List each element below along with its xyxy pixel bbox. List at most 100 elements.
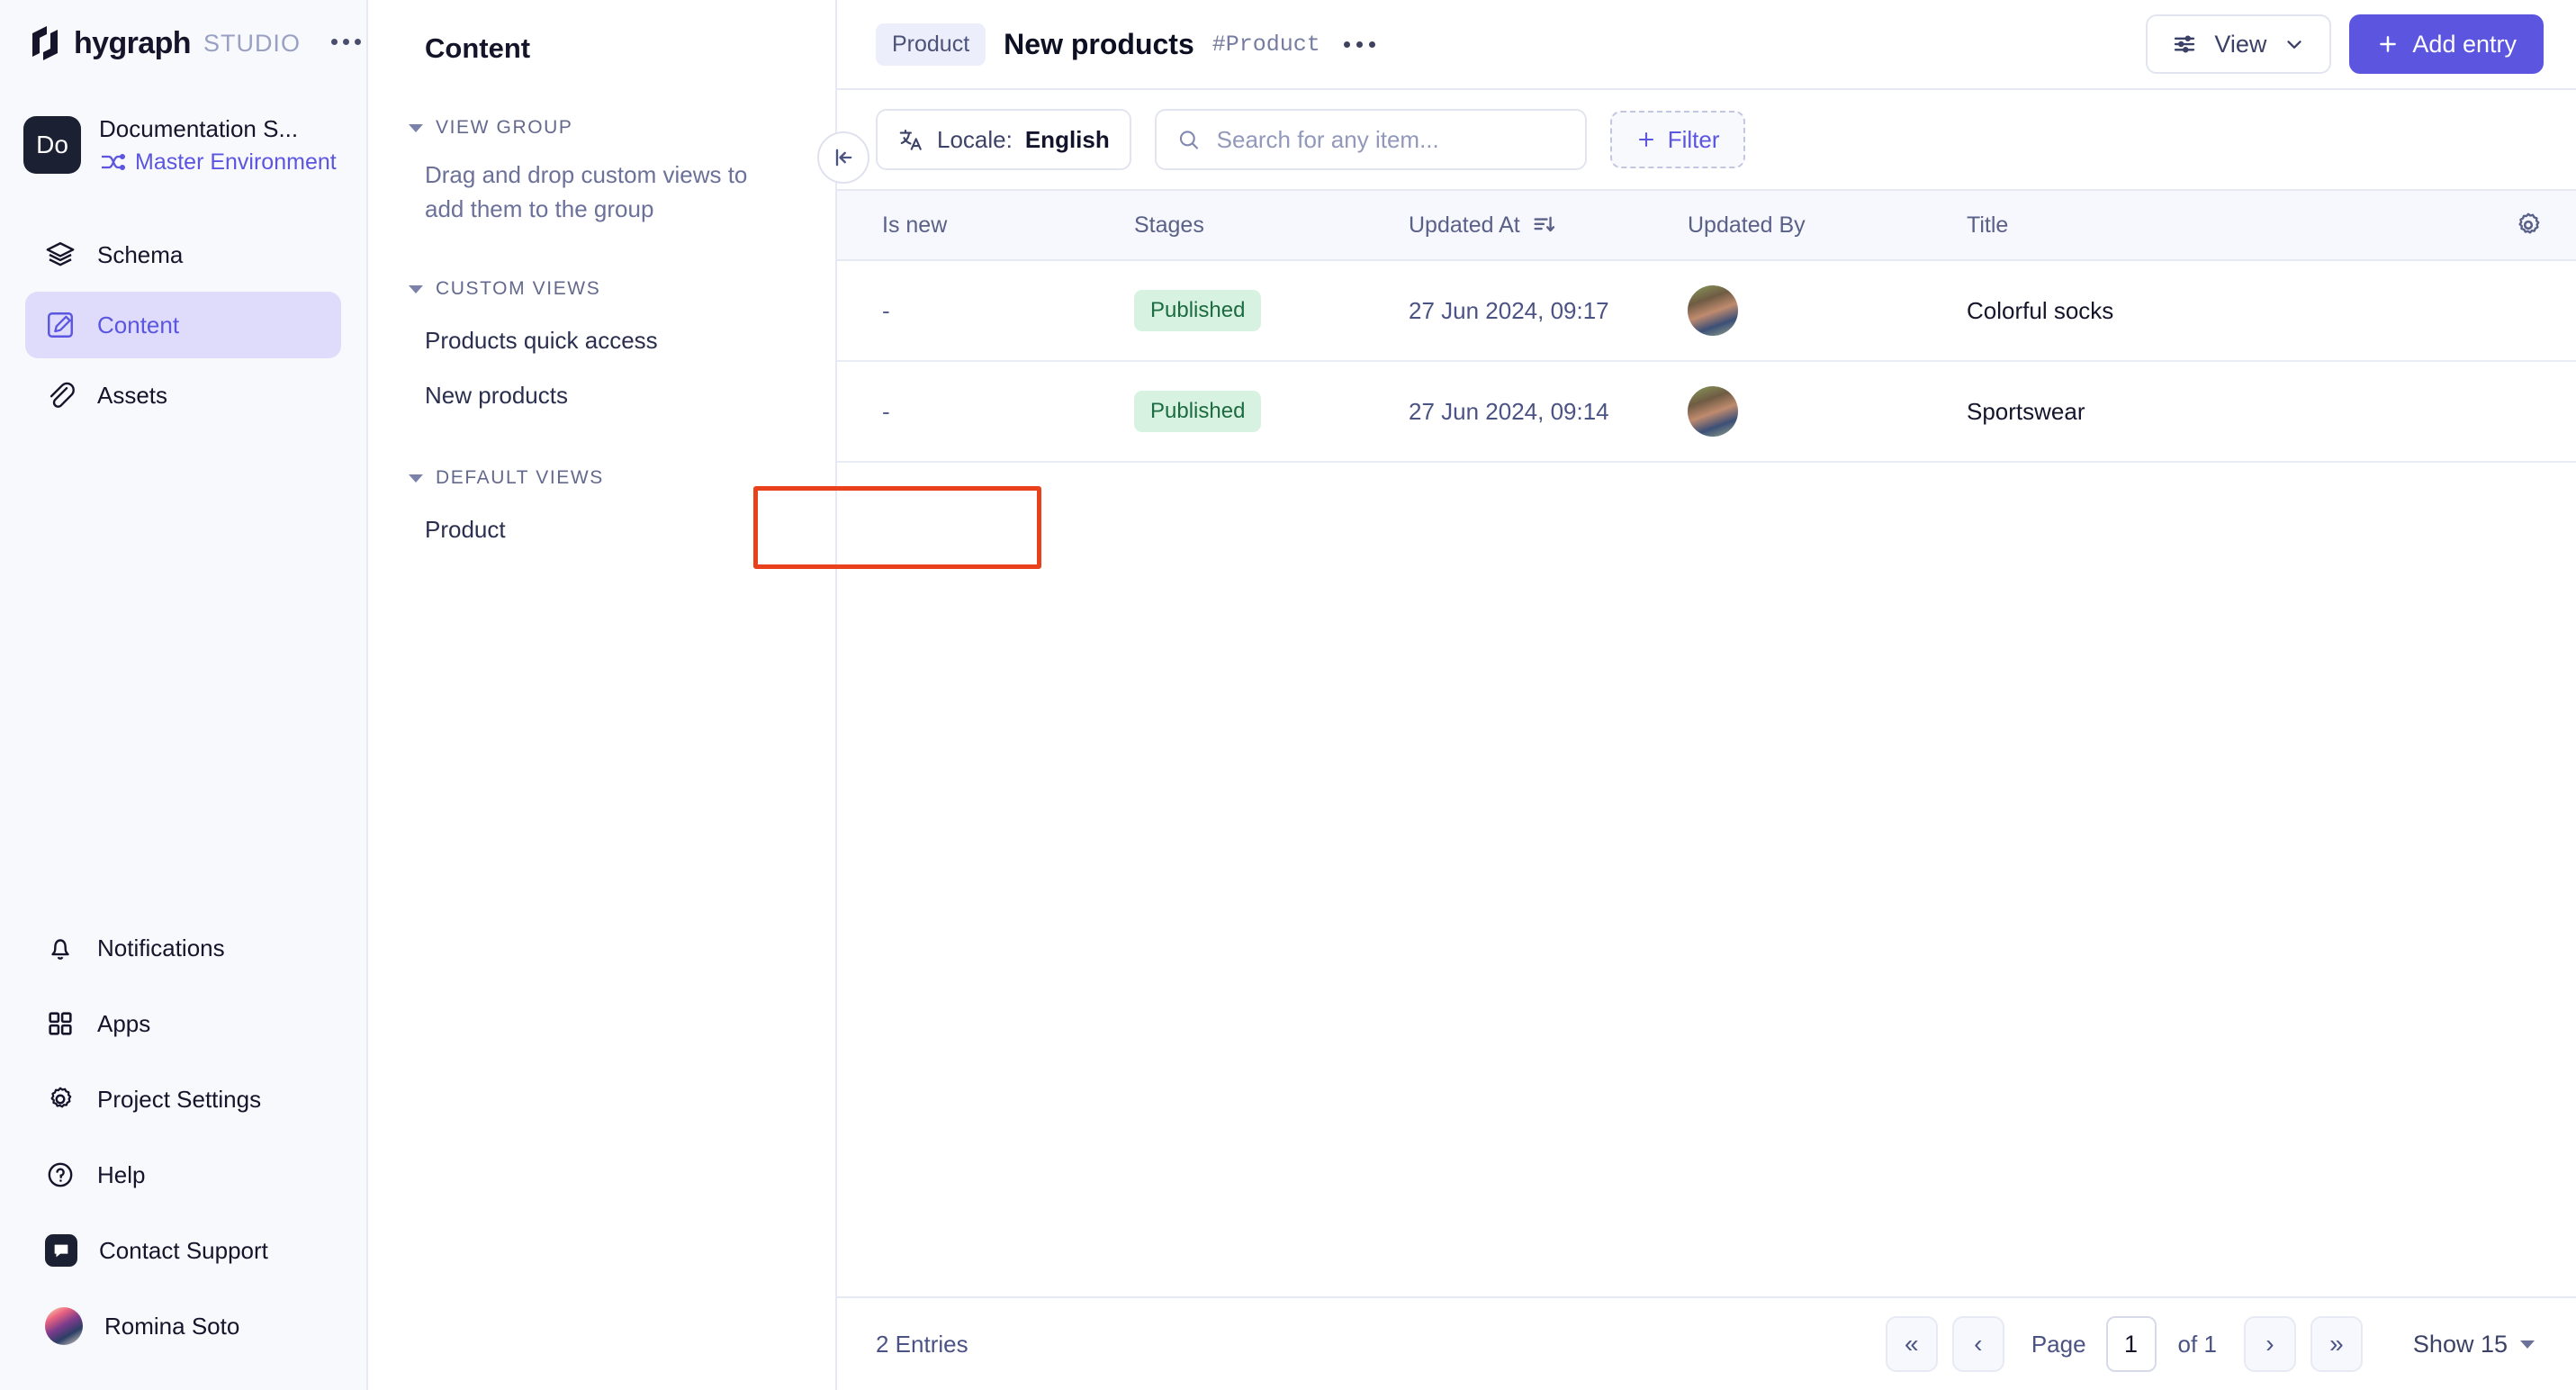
custom-views-section: CUSTOM VIEWS Products quick access New p… bbox=[368, 278, 835, 410]
collapse-panel-button[interactable] bbox=[817, 131, 869, 184]
entries-count: 2 Entries bbox=[876, 1330, 968, 1358]
cell-updated-by bbox=[1688, 285, 1967, 336]
status-badge: Published bbox=[1134, 391, 1262, 432]
column-header-title[interactable]: Title bbox=[1967, 212, 2513, 239]
chevron-down-icon bbox=[2520, 1340, 2535, 1349]
sidebar-item-label: Apps bbox=[97, 1009, 151, 1037]
collapse-left-icon bbox=[835, 149, 852, 167]
layers-icon bbox=[46, 242, 75, 266]
project-avatar: Do bbox=[23, 116, 81, 174]
sliders-icon bbox=[2175, 35, 2195, 53]
hygraph-logo-icon bbox=[32, 26, 58, 60]
page-number-input[interactable] bbox=[2105, 1316, 2157, 1372]
first-page-button[interactable]: « bbox=[1885, 1316, 1938, 1372]
cell-is-new: - bbox=[882, 397, 890, 425]
add-entry-label: Add entry bbox=[2412, 30, 2517, 58]
cell-stage: Published bbox=[1134, 290, 1409, 331]
sort-descending-icon bbox=[1534, 216, 1554, 232]
gear-icon bbox=[50, 1087, 72, 1108]
locale-label: Locale: bbox=[937, 125, 1013, 153]
cell-stage: Published bbox=[1134, 391, 1409, 432]
locale-selector[interactable]: Locale: English bbox=[876, 109, 1131, 170]
brand-name: hygraph bbox=[74, 25, 192, 60]
cell-updated-by bbox=[1688, 386, 1967, 437]
column-header-is-new[interactable]: Is new bbox=[837, 212, 1134, 239]
plus-icon bbox=[1638, 131, 1653, 148]
column-header-updated-at[interactable]: Updated At bbox=[1409, 212, 1688, 239]
sidebar-item-assets[interactable]: Assets bbox=[25, 362, 341, 429]
model-hashtag: #Product bbox=[1211, 31, 1320, 58]
sidebar-item-label: Contact Support bbox=[99, 1236, 268, 1264]
sidebar-item-help[interactable]: Help bbox=[25, 1138, 341, 1212]
view-group-section: VIEW GROUP Drag and drop custom views to… bbox=[368, 117, 835, 226]
chat-bubble-icon bbox=[45, 1234, 77, 1267]
user-avatar bbox=[45, 1307, 83, 1345]
custom-views-heading[interactable]: CUSTOM VIEWS bbox=[409, 278, 835, 300]
view-group-heading[interactable]: VIEW GROUP bbox=[409, 117, 835, 139]
content-toolbar: Locale: English Filter bbox=[837, 88, 2576, 189]
sidebar-item-project-settings[interactable]: Project Settings bbox=[25, 1062, 341, 1136]
environment-row[interactable]: Master Environment bbox=[99, 149, 337, 176]
avatar bbox=[1688, 386, 1738, 437]
total-pages-label: of 1 bbox=[2177, 1330, 2217, 1358]
search-icon bbox=[1179, 131, 1198, 149]
filter-button-label: Filter bbox=[1667, 125, 1720, 153]
views-panel: Content VIEW GROUP Drag and drop custom … bbox=[368, 0, 1041, 1390]
table-row[interactable]: - Published 27 Jun 2024, 09:14 Sportswea… bbox=[837, 362, 2576, 463]
brand-row: hygraph STUDIO bbox=[0, 0, 366, 86]
prev-page-button[interactable]: ‹ bbox=[1951, 1316, 2004, 1372]
table-empty-space bbox=[837, 463, 2576, 1296]
view-item-products-quick-access[interactable]: Products quick access bbox=[425, 327, 835, 355]
pagination-controls: « ‹ Page of 1 › » bbox=[1885, 1316, 2363, 1372]
column-header-updated-at-label: Updated At bbox=[1409, 212, 1520, 238]
sidebar-item-schema[interactable]: Schema bbox=[25, 221, 341, 288]
sidebar-item-label: Help bbox=[97, 1160, 146, 1188]
page-size-selector[interactable]: Show 15 bbox=[2413, 1331, 2535, 1358]
model-chip: Product bbox=[876, 23, 986, 66]
last-page-button[interactable]: » bbox=[2310, 1316, 2363, 1372]
branch-icon bbox=[102, 154, 125, 170]
add-filter-button[interactable]: Filter bbox=[1609, 111, 1745, 168]
next-page-button[interactable]: › bbox=[2243, 1316, 2296, 1372]
view-item-product[interactable]: Product bbox=[425, 516, 835, 544]
search-input[interactable] bbox=[1216, 125, 1565, 154]
sidebar-item-contact-support[interactable]: Contact Support bbox=[25, 1214, 341, 1287]
views-panel-title: Content bbox=[425, 32, 531, 64]
locale-value: English bbox=[1024, 125, 1110, 153]
main-content: Product New products #Product View Add e… bbox=[837, 0, 2576, 1390]
chevron-down-icon bbox=[409, 474, 423, 483]
status-badge: Published bbox=[1134, 290, 1262, 331]
gear-icon bbox=[2518, 212, 2540, 234]
ellipsis-icon[interactable] bbox=[1343, 41, 1375, 48]
chevron-down-icon bbox=[409, 284, 423, 293]
table-header-row: Is new Stages Updated At Updated By Titl… bbox=[837, 191, 2576, 261]
add-entry-button[interactable]: Add entry bbox=[2349, 14, 2544, 74]
table-settings-button[interactable] bbox=[2513, 210, 2576, 240]
page-label: Page bbox=[2031, 1330, 2086, 1358]
sidebar-item-apps[interactable]: Apps bbox=[25, 987, 341, 1061]
brand-subtitle: STUDIO bbox=[203, 29, 301, 57]
bell-icon bbox=[51, 939, 69, 960]
content-header: Product New products #Product View Add e… bbox=[837, 0, 2576, 88]
ellipsis-icon[interactable] bbox=[330, 38, 361, 49]
default-views-heading[interactable]: DEFAULT VIEWS bbox=[409, 467, 835, 489]
sidebar-item-content[interactable]: Content bbox=[25, 292, 341, 358]
sidebar-item-label: Project Settings bbox=[97, 1085, 262, 1113]
sidebar-item-user[interactable]: Romina Soto bbox=[25, 1289, 341, 1363]
project-switcher[interactable]: Do Documentation S... Master Environment bbox=[0, 95, 366, 194]
sidebar-item-label: Notifications bbox=[97, 934, 225, 961]
column-header-updated-by[interactable]: Updated By bbox=[1688, 212, 1967, 239]
sidebar-item-notifications[interactable]: Notifications bbox=[25, 911, 341, 985]
table-row[interactable]: - Published 27 Jun 2024, 09:17 Colorful … bbox=[837, 261, 2576, 362]
grid-icon bbox=[49, 1012, 72, 1035]
view-button[interactable]: View bbox=[2146, 14, 2332, 74]
view-item-new-products[interactable]: New products bbox=[425, 382, 835, 410]
custom-views-heading-label: CUSTOM VIEWS bbox=[436, 278, 601, 300]
cell-title: Sportswear bbox=[1967, 397, 2085, 425]
column-header-stages[interactable]: Stages bbox=[1134, 212, 1409, 239]
default-views-section: DEFAULT VIEWS Product bbox=[368, 467, 835, 544]
search-box[interactable] bbox=[1154, 109, 1587, 170]
app-root: hygraph STUDIO Do Documentation S... Mas… bbox=[0, 0, 2576, 1390]
cell-title: Colorful socks bbox=[1967, 296, 2114, 324]
sidebar-item-label: Assets bbox=[97, 381, 168, 409]
